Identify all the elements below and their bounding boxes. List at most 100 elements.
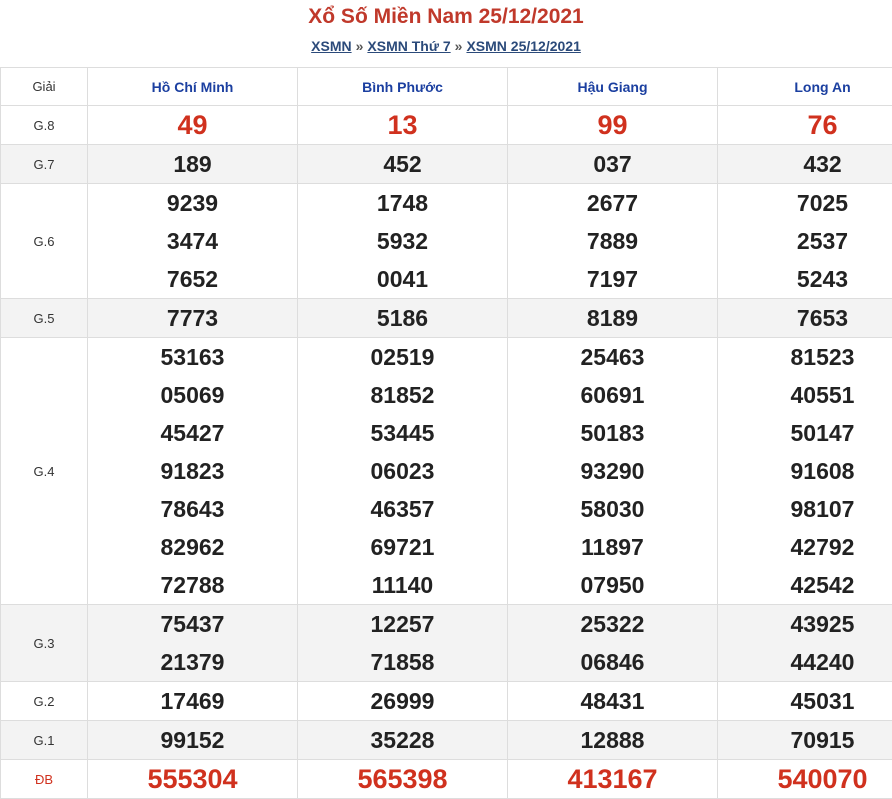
result-cell: 4392544240	[718, 605, 892, 682]
result-number: 7197	[508, 260, 717, 298]
result-number: 9239	[88, 184, 297, 222]
result-number: 7025	[718, 184, 892, 222]
result-number: 5186	[298, 299, 507, 337]
result-number: 05069	[88, 376, 297, 414]
prize-label: G.1	[1, 721, 88, 760]
result-number: 413167	[508, 760, 717, 798]
result-cell: 7653	[718, 299, 892, 338]
province-header-binh-phuoc[interactable]: Bình Phước	[298, 68, 508, 106]
breadcrumb-link-date[interactable]: XSMN 25/12/2021	[466, 38, 580, 54]
result-cell: 8189	[508, 299, 718, 338]
province-header-hau-giang[interactable]: Hậu Giang	[508, 68, 718, 106]
result-number: 06846	[508, 643, 717, 681]
result-number: 60691	[508, 376, 717, 414]
result-cell: 35228	[298, 721, 508, 760]
result-number: 44240	[718, 643, 892, 681]
result-cell: 452	[298, 145, 508, 184]
table-row: G.7189452037432	[1, 145, 892, 184]
result-number: 42542	[718, 566, 892, 604]
result-number: 35228	[298, 721, 507, 759]
result-number: 2677	[508, 184, 717, 222]
result-number: 5932	[298, 222, 507, 260]
result-cell: 25463606915018393290580301189707950	[508, 338, 718, 605]
table-row: G.37543721379122577185825322068464392544…	[1, 605, 892, 682]
result-number: 43925	[718, 605, 892, 643]
prize-label: G.5	[1, 299, 88, 338]
result-cell: 189	[88, 145, 298, 184]
breadcrumb-separator: »	[356, 38, 364, 54]
prize-label: G.8	[1, 106, 88, 145]
result-cell: 45031	[718, 682, 892, 721]
result-cell: 1225771858	[298, 605, 508, 682]
breadcrumb-separator: »	[455, 38, 463, 54]
breadcrumb-link-weekday[interactable]: XSMN Thứ 7	[367, 38, 450, 54]
result-number: 0041	[298, 260, 507, 298]
table-row: ĐB555304565398413167540070	[1, 760, 892, 799]
province-header-long-an[interactable]: Long An	[718, 68, 892, 106]
result-number: 12888	[508, 721, 717, 759]
result-number: 40551	[718, 376, 892, 414]
table-row: G.45316305069454279182378643829627278802…	[1, 338, 892, 605]
result-cell: 02519818525344506023463576972111140	[298, 338, 508, 605]
result-number: 17469	[88, 682, 297, 720]
result-number: 02519	[298, 338, 507, 376]
result-number: 540070	[718, 760, 892, 798]
result-number: 91823	[88, 452, 297, 490]
result-number: 8189	[508, 299, 717, 337]
results-table: Giải Hồ Chí Minh Bình Phước Hậu Giang Lo…	[0, 67, 892, 799]
result-number: 2537	[718, 222, 892, 260]
result-cell: 70915	[718, 721, 892, 760]
result-number: 45031	[718, 682, 892, 720]
result-cell: 17469	[88, 682, 298, 721]
result-number: 42792	[718, 528, 892, 566]
result-number: 50183	[508, 414, 717, 452]
result-cell: 413167	[508, 760, 718, 799]
result-number: 565398	[298, 760, 507, 798]
result-number: 58030	[508, 490, 717, 528]
result-number: 81523	[718, 338, 892, 376]
result-number: 7652	[88, 260, 297, 298]
result-number: 037	[508, 145, 717, 183]
result-number: 7653	[718, 299, 892, 337]
prize-label: ĐB	[1, 760, 88, 799]
result-cell: 7773	[88, 299, 298, 338]
table-row: G.69239347476521748593200412677788971977…	[1, 184, 892, 299]
result-number: 71858	[298, 643, 507, 681]
result-cell: 13	[298, 106, 508, 145]
result-number: 99152	[88, 721, 297, 759]
result-number: 53445	[298, 414, 507, 452]
result-cell: 555304	[88, 760, 298, 799]
result-number: 98107	[718, 490, 892, 528]
result-number: 93290	[508, 452, 717, 490]
result-cell: 48431	[508, 682, 718, 721]
breadcrumb: XSMN»XSMN Thứ 7»XSMN 25/12/2021	[0, 38, 892, 54]
result-number: 13	[298, 106, 507, 144]
table-header-row: Giải Hồ Chí Minh Bình Phước Hậu Giang Lo…	[1, 68, 892, 106]
result-cell: 26999	[298, 682, 508, 721]
result-number: 49	[88, 106, 297, 144]
result-cell: 53163050694542791823786438296272788	[88, 338, 298, 605]
result-cell: 49	[88, 106, 298, 145]
result-number: 76	[718, 106, 892, 144]
breadcrumb-link-xsmn[interactable]: XSMN	[311, 38, 351, 54]
result-number: 07950	[508, 566, 717, 604]
result-cell: 81523405515014791608981074279242542	[718, 338, 892, 605]
result-number: 11140	[298, 566, 507, 604]
result-number: 78643	[88, 490, 297, 528]
result-cell: 923934747652	[88, 184, 298, 299]
result-number: 555304	[88, 760, 297, 798]
result-number: 99	[508, 106, 717, 144]
province-header-ho-chi-minh[interactable]: Hồ Chí Minh	[88, 68, 298, 106]
result-number: 53163	[88, 338, 297, 376]
result-number: 7889	[508, 222, 717, 260]
result-number: 452	[298, 145, 507, 183]
result-cell: 037	[508, 145, 718, 184]
result-cell: 7543721379	[88, 605, 298, 682]
result-number: 189	[88, 145, 297, 183]
table-row: G.217469269994843145031	[1, 682, 892, 721]
prize-label: G.4	[1, 338, 88, 605]
result-number: 3474	[88, 222, 297, 260]
result-number: 82962	[88, 528, 297, 566]
prize-label: G.2	[1, 682, 88, 721]
result-cell: 5186	[298, 299, 508, 338]
